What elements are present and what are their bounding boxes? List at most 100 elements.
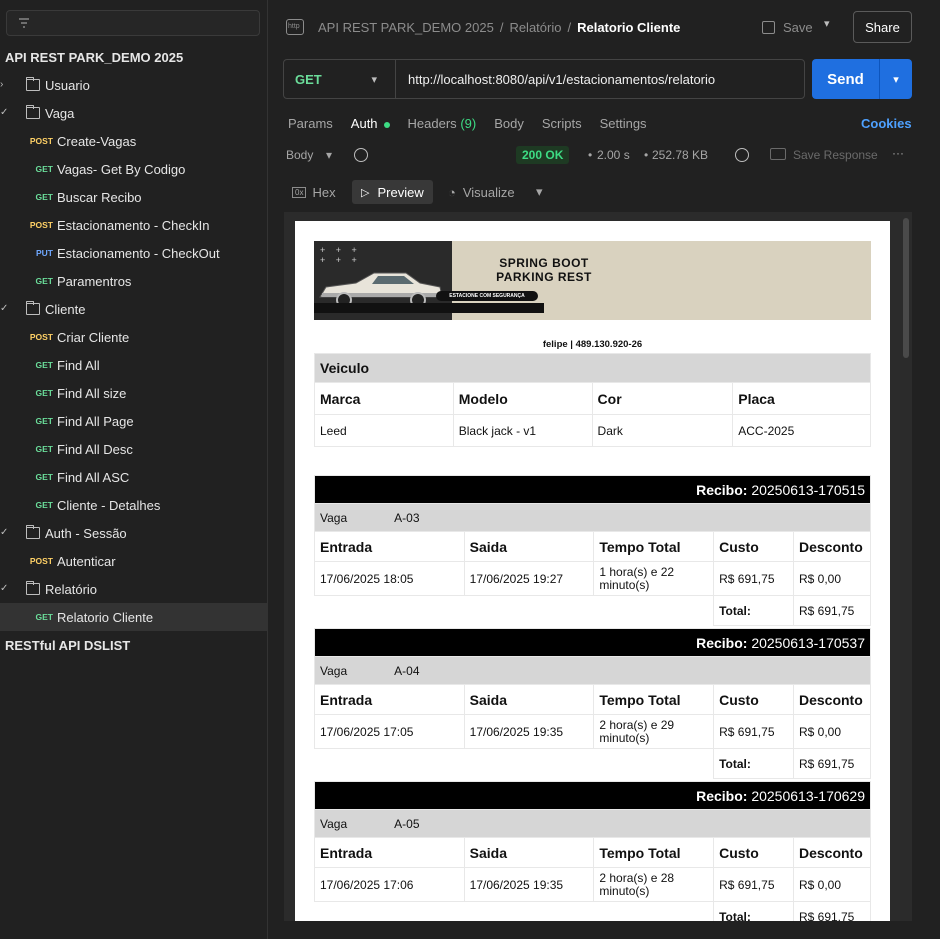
send-button[interactable]: Send bbox=[812, 59, 879, 99]
request-item[interactable]: POST Criar Cliente bbox=[0, 323, 267, 351]
folder-auth-sessao[interactable]: ✓ Auth - Sessão bbox=[0, 519, 267, 547]
status-badge: 200 OK bbox=[516, 146, 570, 164]
request-item[interactable]: POST Estacionamento - CheckIn bbox=[0, 211, 267, 239]
response-body-select[interactable]: Body bbox=[286, 148, 313, 162]
request-label: Autenticar bbox=[57, 553, 116, 569]
request-item[interactable]: POST Autenticar bbox=[0, 547, 267, 575]
request-tabs: Params Auth Headers (9) Body Scripts Set… bbox=[288, 116, 665, 134]
folder-relatorio[interactable]: ✓ Relatório bbox=[0, 575, 267, 603]
receipt-header-row: Recibo: 20250613-170515 bbox=[314, 475, 871, 504]
method-badge: POST bbox=[29, 332, 53, 342]
tab-params[interactable]: Params bbox=[288, 116, 333, 134]
cookies-link[interactable]: Cookies bbox=[861, 116, 912, 131]
method-badge: GET bbox=[35, 164, 53, 174]
visualize-view-button[interactable]: ◔ Visualize bbox=[448, 180, 515, 204]
chevron-down-icon[interactable]: ✓ bbox=[0, 528, 10, 538]
view-options-chevron-icon[interactable]: ▾ bbox=[536, 180, 543, 204]
request-label: Estacionamento - CheckIn bbox=[57, 217, 210, 233]
folder-usuario[interactable]: › Usuario bbox=[0, 71, 267, 99]
vehicle-modelo: Black jack - v1 bbox=[452, 414, 593, 447]
receipt-total-row: Total: R$ 691,75 bbox=[315, 595, 872, 626]
vaga-value: A-05 bbox=[394, 816, 420, 831]
method-badge: GET bbox=[35, 192, 53, 202]
request-item[interactable]: GET Find All bbox=[0, 351, 267, 379]
request-item-selected[interactable]: GET Relatorio Cliente bbox=[0, 603, 267, 631]
method-badge: GET bbox=[35, 388, 53, 398]
col-saida: Saida bbox=[463, 837, 595, 868]
request-item[interactable]: GET Vagas- Get By Codigo bbox=[0, 155, 267, 183]
request-item[interactable]: GET Paramentros bbox=[0, 267, 267, 295]
folder-label: Vaga bbox=[45, 105, 75, 121]
total-value: R$ 691,75 bbox=[792, 901, 872, 921]
tab-scripts[interactable]: Scripts bbox=[542, 116, 582, 134]
col-entrada: Entrada bbox=[314, 684, 465, 715]
more-options-icon[interactable]: ··· bbox=[892, 146, 904, 160]
chevron-down-icon[interactable]: ▾ bbox=[326, 148, 332, 162]
tab-body[interactable]: Body bbox=[494, 116, 524, 134]
vehicle-marca: Leed bbox=[314, 414, 454, 447]
preview-view-button[interactable]: ▷ Preview bbox=[352, 180, 433, 204]
method-badge: GET bbox=[35, 444, 53, 454]
saida-value: 17/06/2025 19:35 bbox=[463, 867, 595, 902]
tab-headers-label: Headers bbox=[407, 116, 457, 131]
bullet-icon: • bbox=[588, 148, 593, 162]
chevron-down-icon[interactable]: ✓ bbox=[0, 304, 10, 314]
history-icon[interactable] bbox=[354, 148, 368, 162]
breadcrumb-folder[interactable]: Relatório bbox=[509, 20, 561, 35]
report-document: + + + + + + SPRING BOOT PARKING REST ESTA… bbox=[295, 221, 890, 921]
tab-headers[interactable]: Headers (9) bbox=[408, 116, 477, 134]
method-badge: POST bbox=[29, 136, 53, 146]
vaga-row: Vaga A-05 bbox=[314, 809, 871, 838]
status-dot-icon bbox=[383, 121, 390, 128]
chevron-right-icon[interactable]: › bbox=[0, 80, 10, 90]
vehicle-cor: Dark bbox=[591, 414, 734, 447]
hex-label: Hex bbox=[312, 184, 336, 200]
folder-vaga[interactable]: ✓ Vaga bbox=[0, 99, 267, 127]
request-item[interactable]: GET Find All Page bbox=[0, 407, 267, 435]
tab-auth[interactable]: Auth bbox=[351, 116, 390, 134]
method-value: GET bbox=[295, 71, 322, 87]
receipt-header-row: Recibo: 20250613-170629 bbox=[314, 781, 871, 810]
request-label: Buscar Recibo bbox=[57, 189, 142, 205]
save-response-button[interactable]: Save Response bbox=[793, 148, 878, 162]
folder-cliente[interactable]: ✓ Cliente bbox=[0, 295, 267, 323]
collection-restful-dslist[interactable]: RESTful API DSLIST bbox=[0, 631, 267, 659]
request-item[interactable]: PUT Estacionamento - CheckOut bbox=[0, 239, 267, 267]
chevron-down-icon[interactable]: ✓ bbox=[0, 108, 10, 118]
col-tempo: Tempo Total bbox=[593, 531, 715, 562]
filter-input[interactable] bbox=[6, 10, 260, 36]
request-item[interactable]: GET Find All Desc bbox=[0, 435, 267, 463]
save-options-chevron-icon[interactable]: ▾ bbox=[824, 17, 830, 30]
folder-label: Cliente bbox=[45, 301, 86, 317]
preview-scrollbar[interactable] bbox=[903, 218, 909, 358]
share-button[interactable]: Share bbox=[853, 11, 912, 43]
banner-title-1: SPRING BOOT bbox=[499, 256, 589, 270]
collection-api-rest-park[interactable]: API REST PARK_DEMO 2025 bbox=[0, 43, 267, 71]
response-preview[interactable]: + + + + + + SPRING BOOT PARKING REST ESTA… bbox=[284, 212, 912, 921]
col-desconto: Desconto bbox=[792, 531, 872, 562]
save-button[interactable]: Save bbox=[762, 15, 813, 39]
tab-auth-label: Auth bbox=[350, 116, 378, 131]
send-options-chevron-icon[interactable]: ▾ bbox=[879, 59, 912, 99]
preview-label: Preview bbox=[377, 184, 424, 200]
request-item[interactable]: GET Find All ASC bbox=[0, 463, 267, 491]
request-item[interactable]: GET Buscar Recibo bbox=[0, 183, 267, 211]
vaga-label: Vaga bbox=[320, 510, 348, 525]
request-item[interactable]: POST Create-Vagas bbox=[0, 127, 267, 155]
tempo-value: 2 hora(s) e 28 minuto(s) bbox=[593, 867, 715, 902]
hex-icon: 0x bbox=[292, 186, 307, 198]
breadcrumb-current: Relatorio Cliente bbox=[577, 19, 681, 35]
globe-icon[interactable] bbox=[735, 148, 749, 162]
request-item[interactable]: GET Find All size bbox=[0, 379, 267, 407]
request-label: Estacionamento - CheckOut bbox=[57, 245, 220, 261]
breadcrumb-separator: / bbox=[567, 19, 572, 35]
breadcrumb-collection[interactable]: API REST PARK_DEMO 2025 bbox=[318, 20, 494, 35]
request-item[interactable]: GET Cliente - Detalhes bbox=[0, 491, 267, 519]
hex-view-button[interactable]: 0x Hex bbox=[292, 180, 336, 204]
desconto-value: R$ 0,00 bbox=[792, 867, 872, 902]
folder-icon bbox=[26, 525, 40, 539]
url-input[interactable]: http://localhost:8080/api/v1/estacioname… bbox=[408, 60, 715, 98]
method-select[interactable]: GET ▾ bbox=[284, 60, 396, 98]
tab-settings[interactable]: Settings bbox=[600, 116, 647, 134]
chevron-down-icon[interactable]: ✓ bbox=[0, 584, 10, 594]
